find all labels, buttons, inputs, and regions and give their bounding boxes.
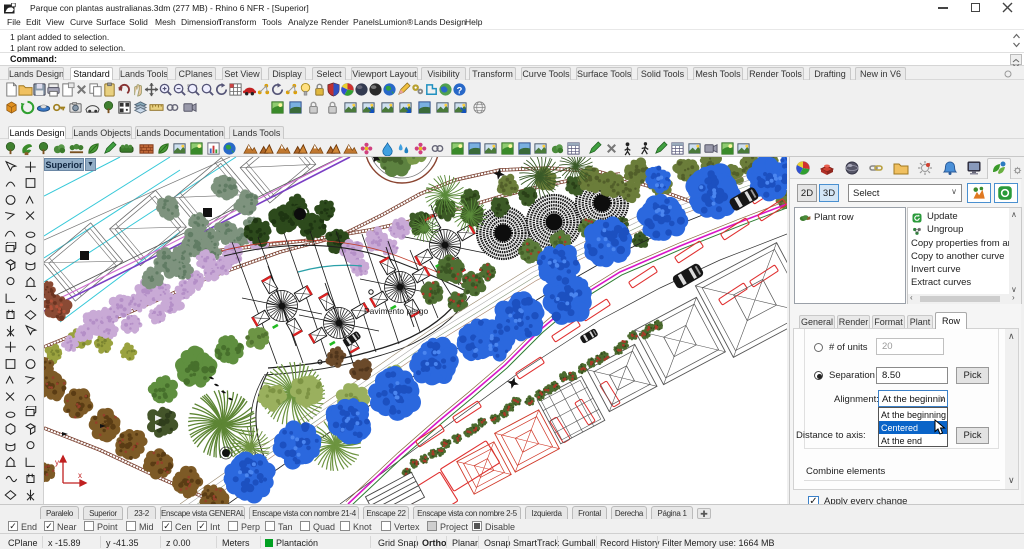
svg-text:x: x bbox=[78, 471, 82, 480]
svg-text:?: ? bbox=[457, 85, 463, 95]
svg-text:y: y bbox=[55, 458, 59, 467]
svg-text:Pavimento pergo: Pavimento pergo bbox=[364, 306, 429, 316]
